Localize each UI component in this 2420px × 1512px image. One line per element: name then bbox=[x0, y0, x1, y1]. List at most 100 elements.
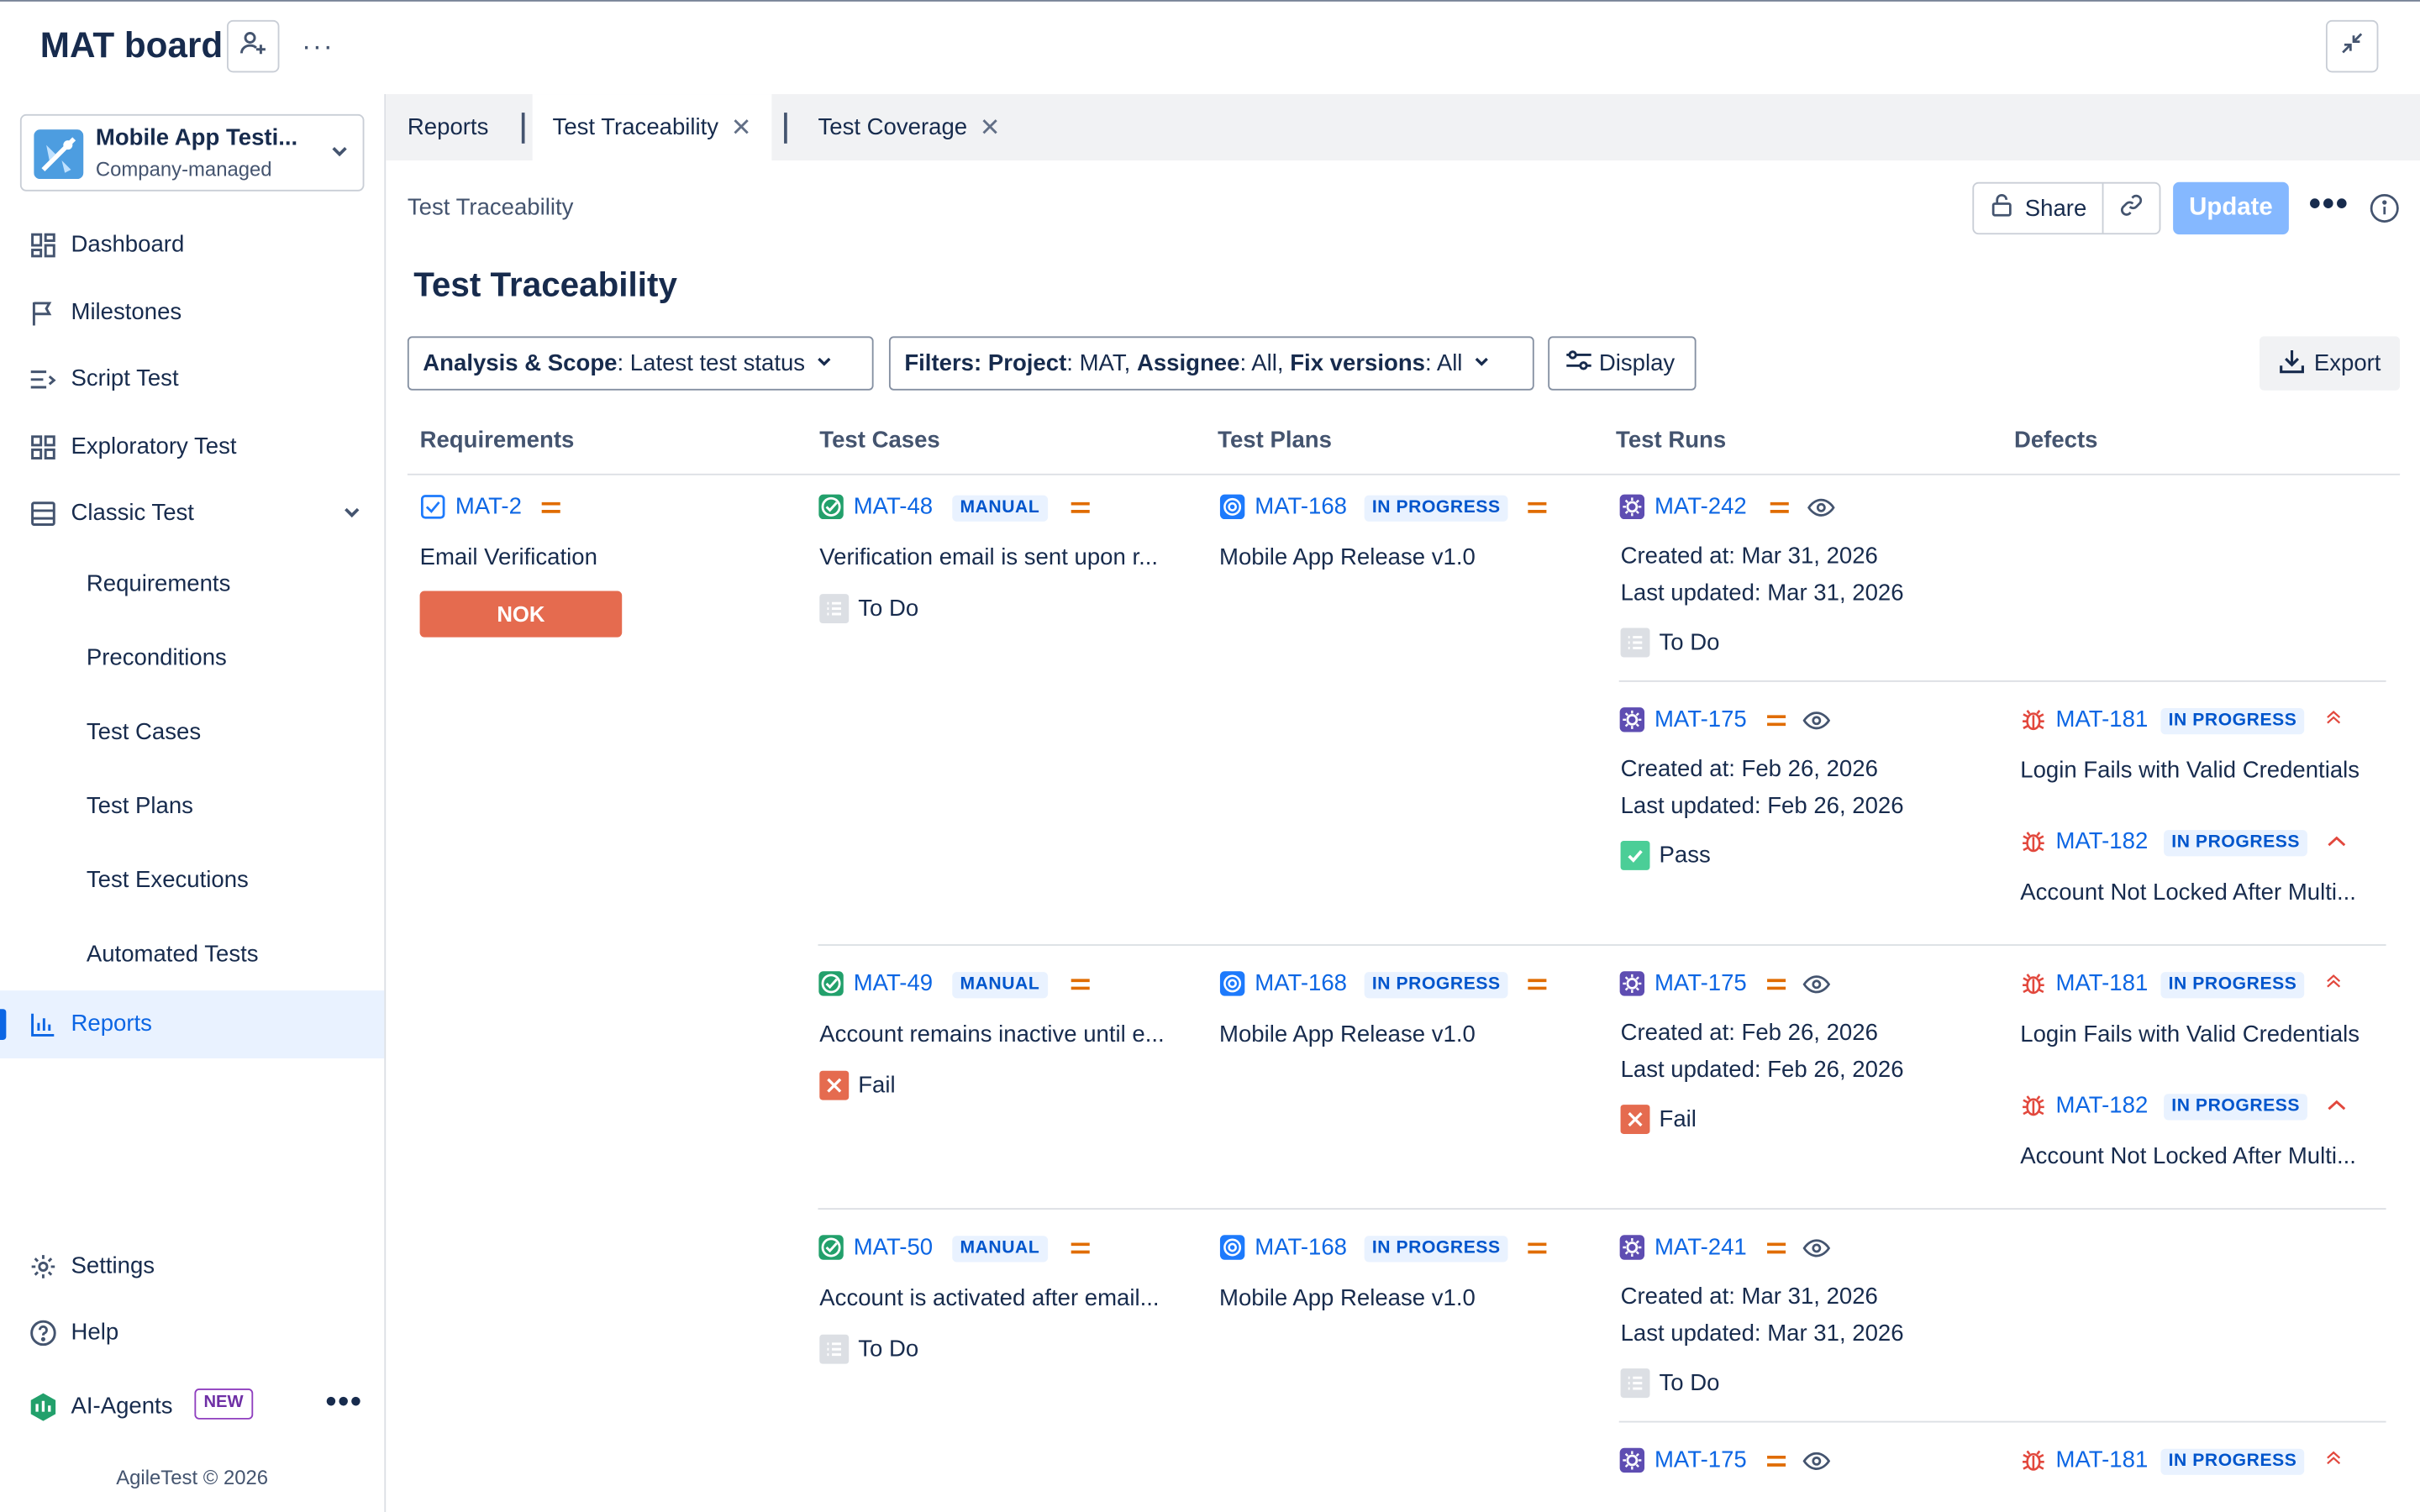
test-case-link[interactable]: MAT-50 bbox=[818, 1234, 933, 1261]
column-header-test-plans[interactable]: Test Plans bbox=[1218, 428, 1332, 454]
test-plan-link[interactable]: MAT-168 bbox=[1219, 1234, 1347, 1261]
fail-x-icon bbox=[1620, 1105, 1650, 1134]
tab-label: Test Traceability bbox=[552, 113, 719, 141]
sidebar-item-label: Automated Tests bbox=[86, 941, 259, 968]
todo-status-icon bbox=[1620, 627, 1650, 658]
column-header-test-runs[interactable]: Test Runs bbox=[1616, 428, 1726, 454]
column-header-defects[interactable]: Defects bbox=[2014, 428, 2098, 454]
test-case-key: MAT-49 bbox=[853, 970, 934, 997]
project-switcher[interactable]: Mobile App Testi... Company-managed bbox=[19, 113, 365, 192]
test-case-status-label: To Do bbox=[858, 595, 919, 622]
sidebar-item-label: Settings bbox=[71, 1252, 155, 1279]
test-plan-link[interactable]: MAT-168 bbox=[1219, 970, 1347, 997]
info-icon[interactable] bbox=[2369, 193, 2400, 232]
close-icon[interactable]: ✕ bbox=[980, 112, 1001, 143]
copy-link-button[interactable] bbox=[2103, 184, 2159, 234]
test-plan-title: Mobile App Release v1.0 bbox=[1219, 1021, 1476, 1048]
column-header-requirements[interactable]: Requirements bbox=[420, 428, 575, 454]
update-button[interactable]: Update bbox=[2173, 181, 2289, 235]
project-type: Company-managed bbox=[95, 157, 272, 181]
eye-icon[interactable] bbox=[1802, 708, 1831, 732]
test-run-link[interactable]: MAT-175 bbox=[1619, 1447, 1747, 1473]
sidebar-item-preconditions[interactable]: Preconditions bbox=[0, 625, 384, 693]
eye-icon[interactable] bbox=[1802, 972, 1831, 996]
test-run-link[interactable]: MAT-175 bbox=[1619, 970, 1747, 997]
analysis-scope-dropdown[interactable]: Analysis & Scope: Latest test status bbox=[407, 336, 874, 391]
sidebar-item-label: Preconditions bbox=[86, 644, 227, 671]
requirement-key: MAT-2 bbox=[455, 493, 522, 520]
sidebar-item-script-test[interactable]: Script Test bbox=[0, 345, 384, 413]
tab-test-coverage[interactable]: Test Coverage ✕ bbox=[818, 94, 1000, 160]
header-more-button[interactable]: ··· bbox=[297, 22, 339, 71]
test-plan-link[interactable]: MAT-168 bbox=[1219, 494, 1347, 520]
sidebar-item-milestones[interactable]: Milestones bbox=[0, 279, 384, 347]
test-run-link[interactable]: MAT-242 bbox=[1619, 494, 1747, 520]
header-divider bbox=[407, 473, 2401, 475]
defect-key: MAT-181 bbox=[2055, 1446, 2149, 1474]
page-more-button[interactable]: ••• bbox=[2309, 186, 2349, 219]
sidebar-item-label: Test Cases bbox=[86, 718, 202, 746]
add-people-button[interactable] bbox=[227, 19, 280, 73]
collapse-button[interactable] bbox=[2325, 19, 2379, 73]
tab-reports[interactable]: Reports bbox=[408, 94, 488, 160]
priority-medium-icon bbox=[1528, 1242, 1547, 1254]
column-header-test-cases[interactable]: Test Cases bbox=[819, 428, 939, 454]
sidebar-item-help[interactable]: Help bbox=[0, 1299, 384, 1368]
test-run-created: Created at: Mar 31, 2026 bbox=[1620, 543, 1878, 570]
share-button[interactable]: Share bbox=[1974, 183, 2104, 234]
defect-link[interactable]: MAT-182 bbox=[2020, 828, 2148, 855]
tab-divider bbox=[784, 113, 787, 144]
requirement-link[interactable]: MAT-2 bbox=[420, 494, 522, 520]
add-person-icon bbox=[239, 29, 267, 64]
status-badge: IN PROGRESS bbox=[2160, 1448, 2305, 1475]
eye-icon[interactable] bbox=[1807, 496, 1835, 520]
priority-highest-icon bbox=[2327, 1451, 2341, 1465]
sidebar-item-ai-agents[interactable]: AI-Agents NEW ••• bbox=[0, 1373, 384, 1441]
assignee-filter-value: : All, bbox=[1239, 349, 1284, 377]
todo-status-icon bbox=[819, 1334, 850, 1364]
sidebar-item-automated-tests[interactable]: Automated Tests bbox=[0, 921, 384, 990]
sidebar-item-dashboard[interactable]: Dashboard bbox=[0, 212, 384, 280]
test-run-status-label: To Do bbox=[1659, 1370, 1720, 1397]
test-run-key: MAT-242 bbox=[1654, 493, 1747, 520]
sidebar-item-reports[interactable]: Reports bbox=[0, 990, 385, 1058]
defect-link[interactable]: MAT-181 bbox=[2020, 970, 2148, 997]
sidebar-item-classic-test[interactable]: Classic Test bbox=[0, 480, 384, 548]
test-run-status-label: Pass bbox=[1659, 842, 1711, 869]
test-run-status: To Do bbox=[1620, 1368, 1720, 1399]
sidebar-item-test-cases[interactable]: Test Cases bbox=[0, 699, 384, 767]
defect-title: Account Not Locked After Multi... bbox=[2020, 879, 2356, 906]
grid-icon bbox=[28, 432, 59, 463]
dashboard-icon bbox=[28, 230, 59, 261]
test-case-status: Fail bbox=[819, 1070, 896, 1100]
help-icon bbox=[28, 1318, 59, 1349]
close-icon[interactable]: ✕ bbox=[731, 112, 752, 143]
eye-icon[interactable] bbox=[1802, 1236, 1831, 1260]
sidebar-item-test-executions[interactable]: Test Executions bbox=[0, 847, 384, 915]
display-button[interactable]: Display bbox=[1548, 336, 1697, 391]
sidebar-item-test-plans[interactable]: Test Plans bbox=[0, 773, 384, 841]
ai-agents-more-button[interactable]: ••• bbox=[326, 1385, 363, 1420]
filters-dropdown[interactable]: Filters: Project: MAT, Assignee: All, Fi… bbox=[888, 336, 1534, 391]
tab-test-traceability[interactable]: Test Traceability ✕ bbox=[532, 94, 772, 161]
eye-icon[interactable] bbox=[1802, 1449, 1831, 1473]
test-case-link[interactable]: MAT-49 bbox=[818, 970, 934, 997]
export-button[interactable]: Export bbox=[2259, 336, 2401, 391]
sidebar-item-requirements[interactable]: Requirements bbox=[0, 551, 384, 619]
priority-medium-icon bbox=[1767, 979, 1786, 990]
defect-link[interactable]: MAT-181 bbox=[2020, 1447, 2148, 1473]
top-border bbox=[0, 0, 2420, 2]
sidebar-item-exploratory-test[interactable]: Exploratory Test bbox=[0, 413, 384, 481]
row-divider bbox=[818, 1208, 2386, 1210]
test-run-link[interactable]: MAT-175 bbox=[1619, 706, 1747, 732]
display-label: Display bbox=[1598, 349, 1676, 377]
test-run-link[interactable]: MAT-241 bbox=[1619, 1234, 1747, 1261]
defect-link[interactable]: MAT-182 bbox=[2020, 1092, 2148, 1119]
test-case-link[interactable]: MAT-48 bbox=[818, 494, 933, 520]
test-run-icon bbox=[1619, 494, 1645, 520]
sidebar-item-settings[interactable]: Settings bbox=[0, 1233, 384, 1301]
script-icon bbox=[28, 364, 59, 395]
analysis-label: Analysis & Scope bbox=[423, 349, 618, 377]
test-case-title: Account remains inactive until e... bbox=[819, 1021, 1165, 1048]
defect-link[interactable]: MAT-181 bbox=[2020, 706, 2148, 732]
